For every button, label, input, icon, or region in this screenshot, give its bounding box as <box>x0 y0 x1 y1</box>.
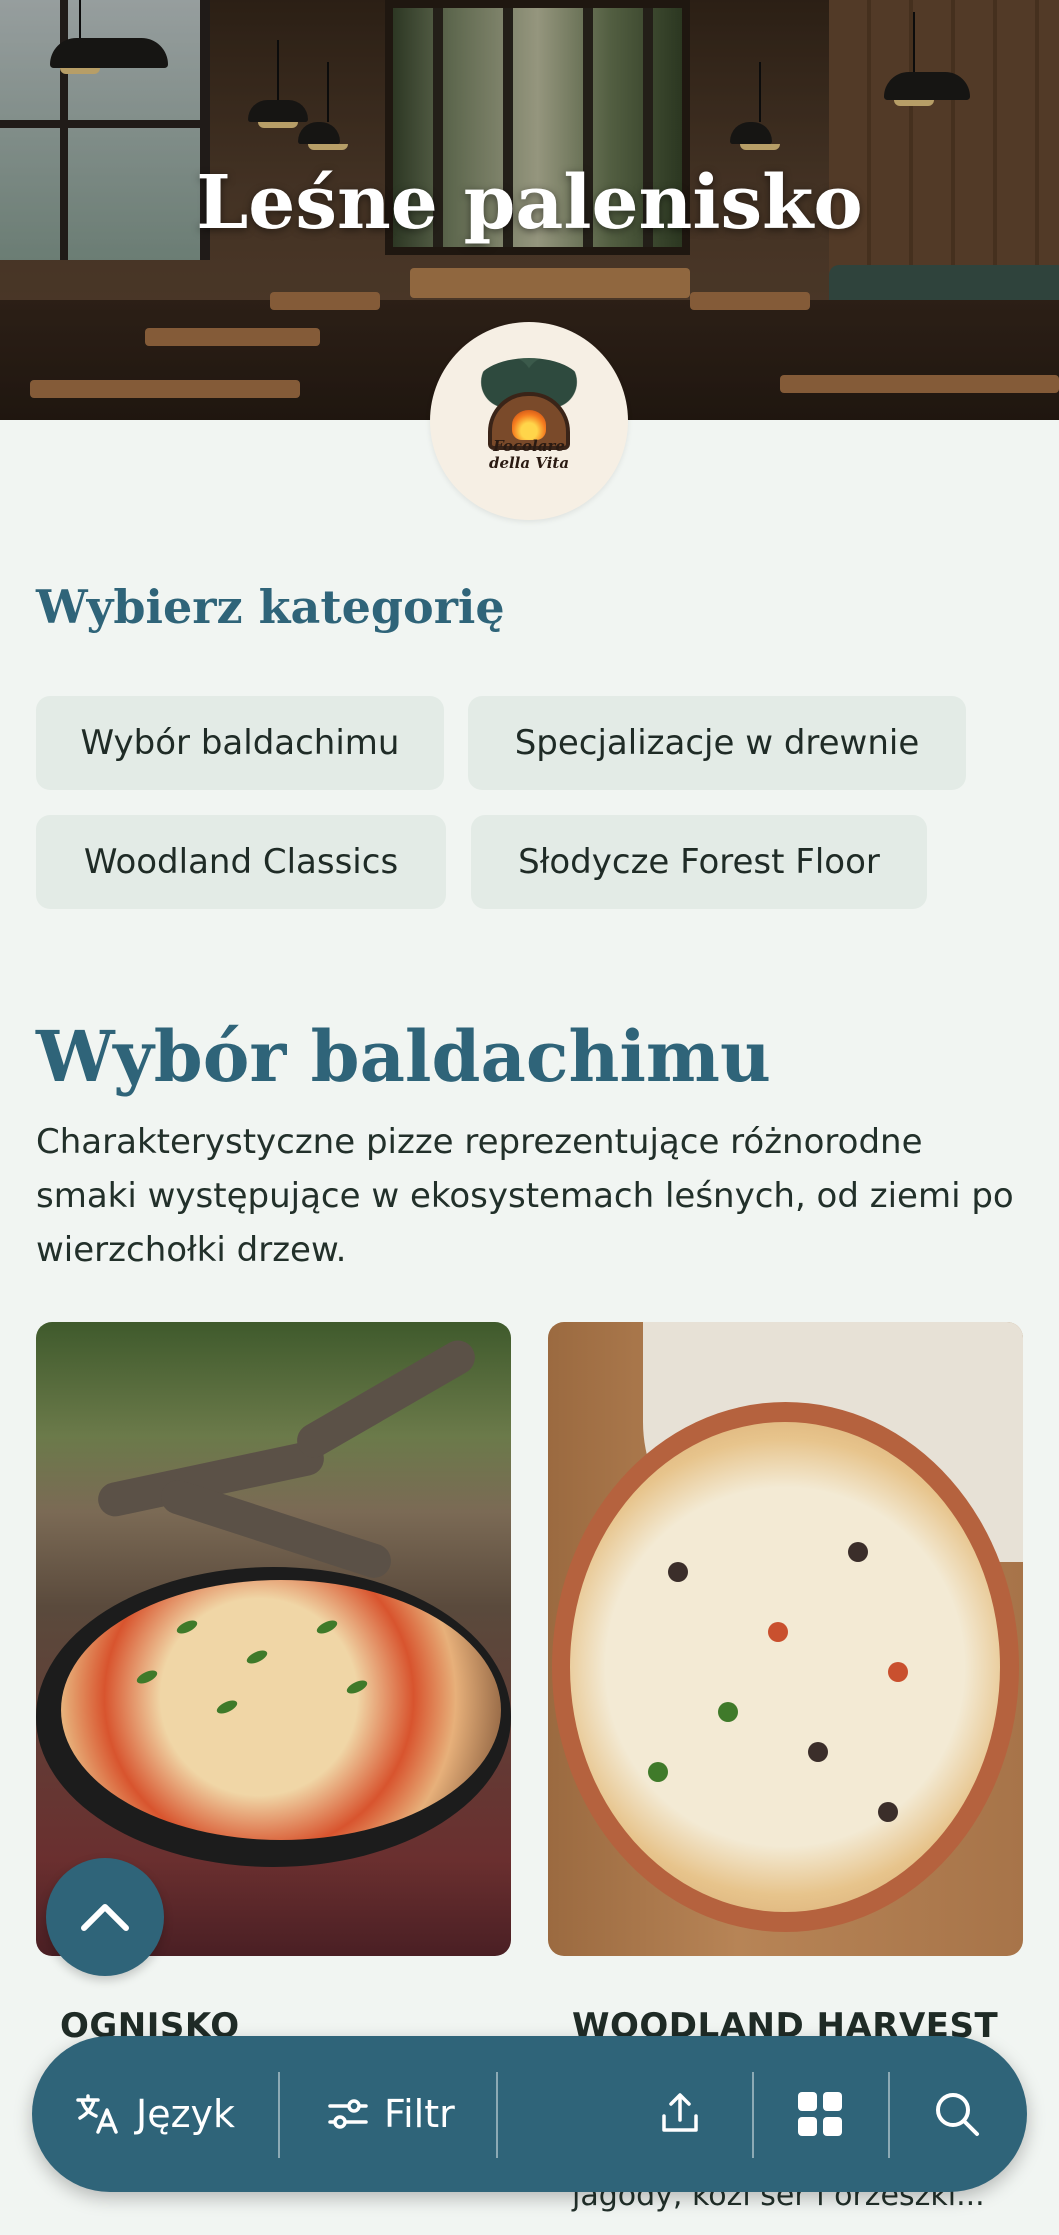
category-chip-slodycze[interactable]: Słodycze Forest Floor <box>471 815 927 909</box>
search-icon <box>936 2093 979 2136</box>
search-button[interactable] <box>932 2036 982 2192</box>
category-description: Charakterystyczne pizze reprezentujące r… <box>36 1122 1014 1270</box>
filter-label: Filtr <box>384 2092 455 2136</box>
share-icon <box>662 2093 698 2132</box>
language-label: Język <box>136 2092 236 2136</box>
category-chip-label: Wybór baldachimu <box>80 723 400 763</box>
sliders-icon <box>328 2099 368 2129</box>
restaurant-title: Leśne palenisko <box>196 160 863 246</box>
grid-view-button[interactable] <box>796 2036 844 2192</box>
language-button[interactable]: Język <box>74 2036 235 2192</box>
bottom-navigation-bar: Język Filtr <box>32 2036 1027 2192</box>
scroll-to-top-button[interactable] <box>46 1858 164 1976</box>
chevron-up-icon <box>81 1904 129 1931</box>
share-button[interactable] <box>656 2036 704 2192</box>
category-title: Wybór baldachimu <box>36 1015 771 1098</box>
product-image-woodland-harvest[interactable] <box>548 1322 1023 1956</box>
grid-icon <box>798 2092 842 2136</box>
category-chip-label: Woodland Classics <box>83 842 399 882</box>
category-chip-label: Słodycze Forest Floor <box>518 842 880 882</box>
category-chip-wybor-baldachimu[interactable]: Wybór baldachimu <box>36 696 444 790</box>
filter-button[interactable]: Filtr <box>326 2036 455 2192</box>
logo-text-line1: Focolare <box>493 437 565 455</box>
logo-text-line2: della Vita <box>488 454 570 472</box>
category-picker-heading: Wybierz kategorię <box>36 580 505 634</box>
restaurant-logo: Focolare della Vita <box>430 322 628 520</box>
category-chip-label: Specjalizacje w drewnie <box>514 723 920 763</box>
logo-text: Focolare della Vita <box>478 438 580 480</box>
category-chip-woodland-classics[interactable]: Woodland Classics <box>36 815 446 909</box>
translate-icon <box>76 2094 118 2134</box>
category-chip-specjalizacje[interactable]: Specjalizacje w drewnie <box>468 696 966 790</box>
